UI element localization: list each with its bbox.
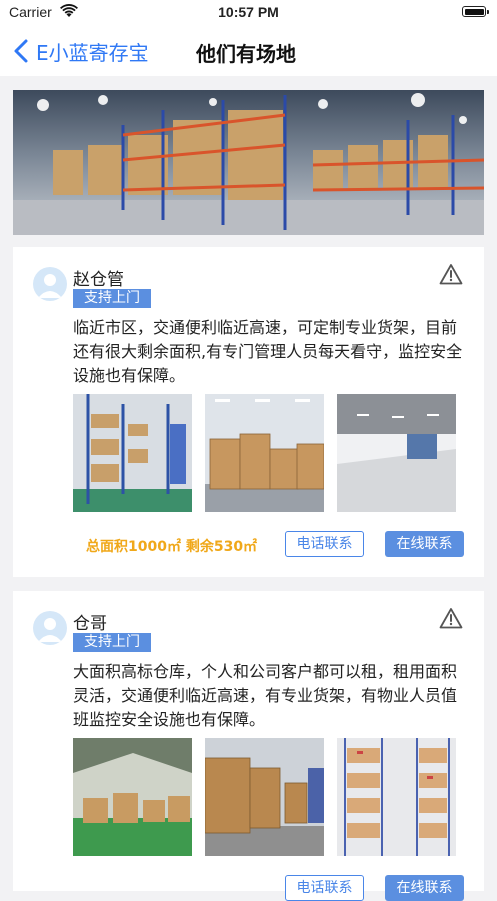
- warehouse-photo[interactable]: [205, 738, 324, 856]
- back-chevron-icon: [14, 39, 28, 63]
- phone-contact-button[interactable]: 电话联系: [285, 875, 364, 901]
- owner-name: 仓哥: [73, 614, 107, 634]
- warehouse-photo[interactable]: [73, 738, 192, 856]
- warehouse-banner-image: [13, 90, 484, 235]
- page-title: 他们有场地: [196, 42, 296, 66]
- warehouse-photo[interactable]: [337, 738, 456, 856]
- door-service-badge: 支持上门: [73, 633, 151, 652]
- warehouse-photo[interactable]: [73, 394, 192, 512]
- battery-icon: [462, 6, 489, 17]
- warehouse-photo[interactable]: [205, 394, 324, 512]
- door-service-badge: 支持上门: [73, 289, 151, 308]
- warehouse-photo[interactable]: [337, 394, 456, 512]
- owner-name: 赵仓管: [73, 270, 124, 290]
- avatar-icon: [33, 267, 67, 301]
- online-contact-button[interactable]: 在线联系: [385, 531, 464, 557]
- warning-icon[interactable]: [439, 263, 463, 285]
- warning-icon[interactable]: [439, 607, 463, 629]
- listing-card[interactable]: 赵仓管 支持上门 临近市区，交通便利临近高速，可定制专业货架，目前还有很大剩余面…: [13, 247, 484, 577]
- clock-time: 10:57 PM: [218, 4, 279, 20]
- status-bar: Carrier 10:57 PM: [0, 0, 497, 26]
- listing-description: 临近市区，交通便利临近高速，可定制专业货架，目前还有很大剩余面积,有专门管理人员…: [73, 318, 463, 385]
- navigation-bar: E小蓝寄存宝 他们有场地: [0, 26, 497, 76]
- area-info: 总面积1000㎡ 剩余530㎡: [86, 539, 258, 555]
- back-label: E小蓝寄存宝: [36, 40, 149, 65]
- phone-contact-button[interactable]: 电话联系: [285, 531, 364, 557]
- avatar-icon: [33, 611, 67, 645]
- online-contact-button[interactable]: 在线联系: [385, 875, 464, 901]
- back-button[interactable]: E小蓝寄存宝: [12, 34, 149, 68]
- listing-description: 大面积高标仓库，个人和公司客户都可以租，租用面积灵活，交通便利临近高速，有专业货…: [73, 662, 458, 729]
- listing-card[interactable]: 仓哥 支持上门 大面积高标仓库，个人和公司客户都可以租，租用面积灵活，交通便利临…: [13, 591, 484, 901]
